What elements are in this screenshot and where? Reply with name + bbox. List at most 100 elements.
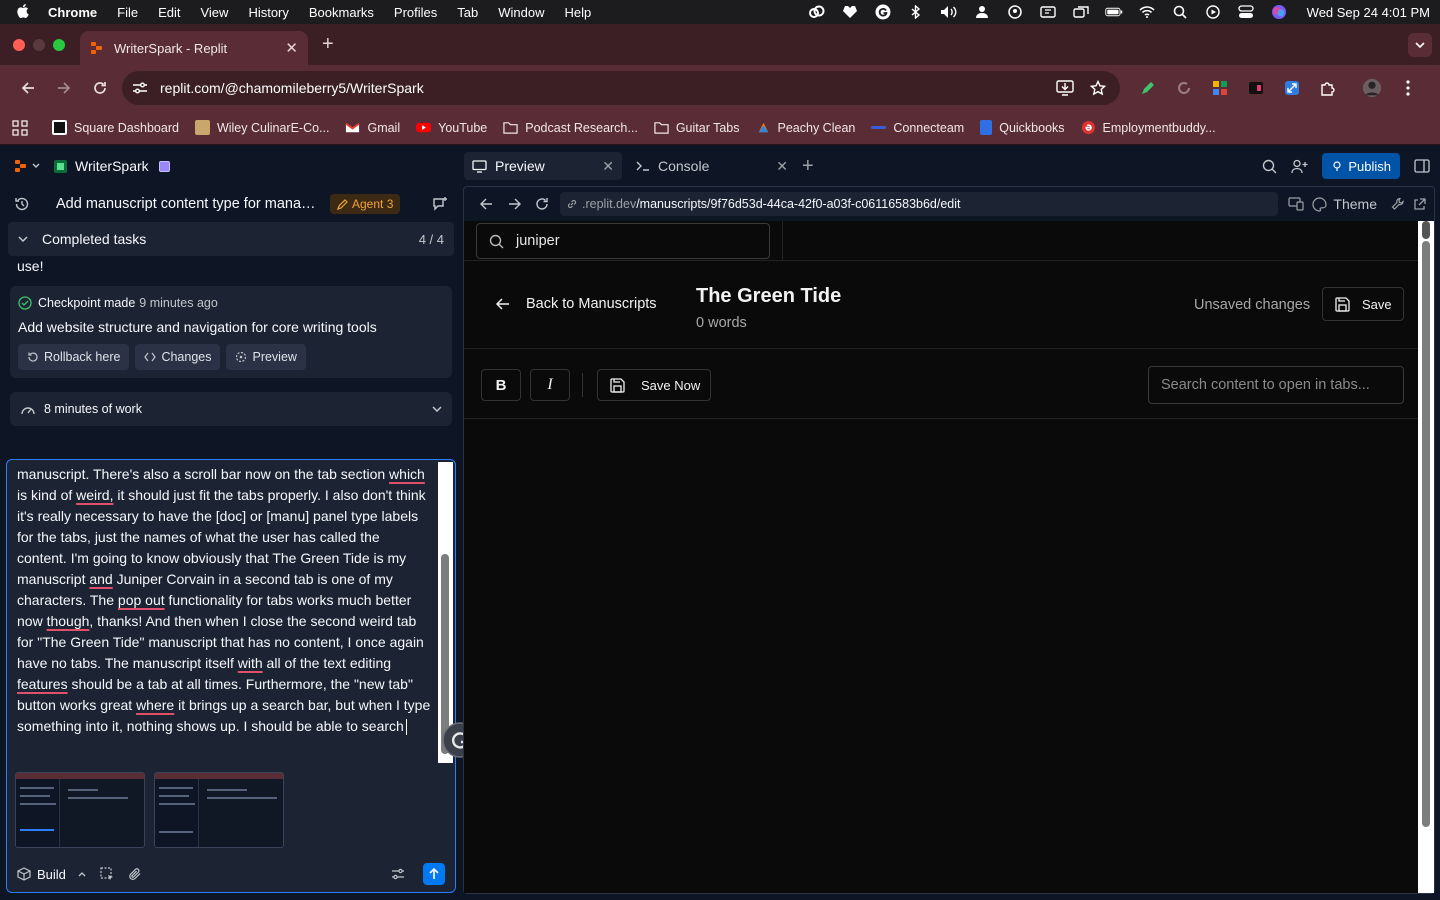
menu-profiles[interactable]: Profiles — [394, 5, 437, 20]
bookmark-youtube[interactable]: YouTube — [416, 120, 487, 135]
open-new-window-icon[interactable] — [1413, 197, 1426, 211]
back-icon[interactable] — [10, 81, 46, 95]
bluetooth-icon[interactable] — [907, 5, 925, 19]
checkpoint-preview-button[interactable]: Preview — [226, 344, 306, 370]
media-extension-icon[interactable] — [1246, 79, 1266, 97]
minimize-window-button[interactable] — [33, 38, 45, 51]
message-input-text[interactable]: manuscript. There's also a scroll bar no… — [17, 464, 431, 737]
site-settings-icon[interactable] — [132, 81, 148, 95]
pen-extension-icon[interactable] — [1138, 79, 1158, 97]
scrollbar-thumb[interactable] — [1422, 241, 1430, 827]
wifi-icon[interactable] — [1138, 5, 1156, 19]
menu-app-name[interactable]: Chrome — [48, 5, 97, 20]
replit-menu-button[interactable] — [14, 159, 40, 173]
send-button[interactable] — [423, 863, 445, 885]
refresh-extension-icon[interactable] — [1174, 79, 1194, 97]
italic-button[interactable]: I — [530, 369, 570, 401]
save-button[interactable]: Save — [1322, 287, 1404, 321]
attach-paperclip-icon[interactable] — [128, 867, 142, 881]
tab-search-button[interactable] — [1408, 33, 1432, 57]
scrollbar-thumb-top[interactable] — [1422, 221, 1430, 239]
content-search-input[interactable]: Search content to open in tabs... — [1148, 366, 1404, 404]
menu-help[interactable]: Help — [565, 5, 592, 20]
menu-bookmarks[interactable]: Bookmarks — [309, 5, 374, 20]
settings-sliders-icon[interactable] — [391, 868, 405, 880]
zoom-window-button[interactable] — [53, 38, 65, 51]
close-tab-icon[interactable]: ✕ — [776, 158, 788, 175]
windows-icon[interactable] — [1072, 5, 1090, 19]
user-icon[interactable] — [973, 5, 991, 19]
preview-reload-icon[interactable] — [528, 197, 556, 211]
agent-badge[interactable]: Agent 3 — [330, 194, 401, 214]
install-app-icon[interactable] — [1056, 80, 1074, 96]
menu-tab[interactable]: Tab — [457, 5, 478, 20]
resize-extension-icon[interactable] — [1282, 79, 1302, 97]
back-to-manuscripts-button[interactable]: Back to Manuscripts — [496, 296, 657, 312]
volume-icon[interactable] — [940, 5, 958, 19]
forward-icon[interactable] — [46, 81, 82, 95]
bookmark-star-icon[interactable] — [1090, 80, 1106, 96]
display-icon[interactable] — [1039, 5, 1057, 19]
preview-forward-icon[interactable] — [500, 198, 528, 210]
battery-icon[interactable] — [1104, 5, 1123, 19]
siri-icon[interactable] — [1270, 5, 1288, 19]
bookmark-wiley[interactable]: Wiley CulinarE-Co... — [194, 120, 329, 135]
invite-user-icon[interactable] — [1291, 159, 1308, 174]
work-summary-toggle[interactable]: 8 minutes of work — [10, 392, 452, 426]
document-title[interactable]: The Green Tide — [696, 285, 841, 308]
webview-scrollbar[interactable] — [1418, 221, 1434, 893]
account-circle-icon[interactable] — [1006, 5, 1024, 19]
new-tab-button[interactable]: + — [322, 33, 334, 56]
attachment-thumbnail[interactable] — [154, 772, 284, 848]
bookmark-gmail[interactable]: Gmail — [345, 120, 400, 135]
menubar-clock[interactable]: Wed Sep 24 4:01 PM — [1307, 5, 1430, 20]
toggle-panel-icon[interactable] — [1414, 159, 1430, 173]
heart-shield-icon[interactable] — [841, 5, 859, 19]
bookmark-connecteam[interactable]: Connecteam — [871, 121, 964, 135]
address-bar[interactable]: replit.com/@chamomileberry5/WriterSpark — [122, 71, 1120, 105]
devtools-wrench-icon[interactable] — [1391, 197, 1405, 211]
history-icon[interactable] — [14, 196, 30, 212]
changes-button[interactable]: Changes — [135, 344, 221, 370]
apple-logo-icon[interactable] — [16, 4, 30, 20]
tab-preview[interactable]: Preview ✕ — [464, 152, 622, 180]
attachment-thumbnail[interactable] — [15, 772, 145, 848]
select-element-icon[interactable] — [100, 867, 114, 881]
repl-name-button[interactable]: WriterSpark — [54, 158, 149, 174]
search-icon[interactable] — [1262, 159, 1277, 174]
tab-search-input[interactable]: juniper — [476, 223, 770, 259]
close-tab-icon[interactable]: ✕ — [285, 39, 298, 57]
close-tab-icon[interactable]: ✕ — [602, 158, 614, 175]
menu-file[interactable]: File — [117, 5, 138, 20]
rollback-button[interactable]: Rollback here — [18, 344, 130, 370]
message-scrollbar[interactable] — [438, 462, 453, 763]
control-center-icon[interactable] — [1237, 5, 1255, 19]
add-tab-button[interactable]: + — [802, 155, 814, 178]
reload-icon[interactable] — [82, 81, 118, 95]
tab-console[interactable]: Console ✕ — [628, 152, 796, 180]
publish-button[interactable]: Publish — [1322, 153, 1400, 179]
menu-window[interactable]: Window — [498, 5, 544, 20]
screen-record-icon[interactable] — [1204, 5, 1222, 19]
completed-tasks-toggle[interactable]: Completed tasks 4 / 4 — [8, 222, 454, 256]
preview-back-icon[interactable] — [472, 198, 500, 210]
chrome-menu-icon[interactable] — [1398, 79, 1418, 97]
creative-cloud-icon[interactable] — [808, 5, 826, 19]
menu-history[interactable]: History — [248, 5, 288, 20]
bookmark-employmentbuddy[interactable]: Employmentbuddy... — [1081, 120, 1216, 135]
bookmark-quickbooks[interactable]: Quickbooks — [980, 120, 1065, 135]
bookmark-peachy-clean[interactable]: Peachy Clean — [756, 120, 855, 135]
bold-button[interactable]: B — [481, 369, 521, 401]
new-chat-icon[interactable] — [432, 196, 448, 212]
puzzle-extensions-icon[interactable] — [1318, 79, 1338, 97]
agent-message-composer[interactable]: manuscript. There's also a scroll bar no… — [6, 459, 456, 893]
devices-icon[interactable] — [1288, 197, 1305, 211]
browser-tab-active[interactable]: WriterSpark - Replit ✕ — [80, 31, 308, 65]
bookmark-guitar-tabs[interactable]: Guitar Tabs — [654, 120, 740, 135]
search-icon[interactable] — [1171, 5, 1189, 19]
menu-view[interactable]: View — [200, 5, 228, 20]
grammarly-icon[interactable] — [874, 4, 892, 20]
close-window-button[interactable] — [13, 38, 25, 51]
apps-grid-icon[interactable] — [12, 119, 28, 136]
profile-avatar-icon[interactable] — [1362, 78, 1382, 98]
